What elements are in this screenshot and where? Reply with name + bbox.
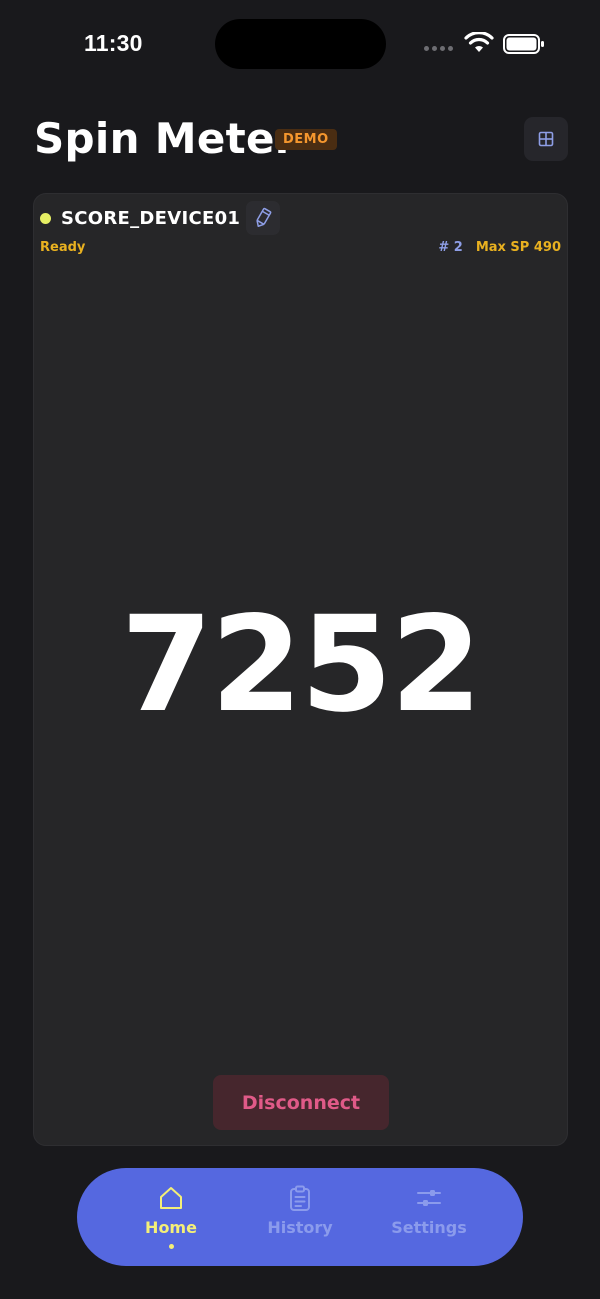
demo-badge: DEMO: [275, 129, 337, 150]
device-status-text: Ready: [40, 240, 86, 255]
edit-device-name-button[interactable]: [246, 201, 281, 235]
device-header: SCORE_DEVICE01: [40, 201, 281, 235]
disconnect-button[interactable]: Disconnect: [213, 1075, 389, 1130]
app-screen: 11:30 Spin Meter DEMO SCORE_DEVICE01 Rea…: [0, 0, 600, 1299]
device-name: SCORE_DEVICE01: [61, 207, 241, 229]
cellular-signal-icon: [424, 46, 453, 51]
tab-history-label: History: [267, 1218, 333, 1237]
rank-label: # 2: [438, 240, 463, 255]
device-card: SCORE_DEVICE01 Ready # 2 Max SP 490 7252…: [33, 193, 568, 1146]
status-time: 11:30: [84, 30, 143, 56]
max-sp-label: Max SP 490: [475, 240, 561, 255]
tab-settings[interactable]: Settings: [365, 1168, 493, 1266]
tab-home[interactable]: Home: [107, 1168, 235, 1266]
sliders-icon: [417, 1190, 441, 1206]
page-title: Spin Meter: [34, 114, 296, 163]
device-meta: # 2 Max SP 490: [438, 240, 561, 255]
layout-toggle-button[interactable]: [524, 117, 568, 161]
tab-bar: Home History Settings: [77, 1168, 523, 1266]
active-tab-indicator: [168, 1244, 174, 1249]
home-icon: [160, 1187, 182, 1209]
status-bar: 11:30: [0, 0, 600, 90]
tab-settings-label: Settings: [391, 1218, 467, 1237]
score-value: 7252: [120, 588, 482, 742]
tab-history[interactable]: History: [236, 1168, 364, 1266]
wifi-icon: [464, 32, 494, 52]
battery-icon: [503, 34, 544, 54]
pencil-icon: [256, 207, 272, 227]
tab-home-label: Home: [145, 1218, 197, 1237]
clipboard-icon: [290, 1185, 310, 1211]
connection-status-dot: [40, 212, 51, 224]
dynamic-island: [215, 19, 386, 69]
grid-icon: [538, 131, 554, 147]
